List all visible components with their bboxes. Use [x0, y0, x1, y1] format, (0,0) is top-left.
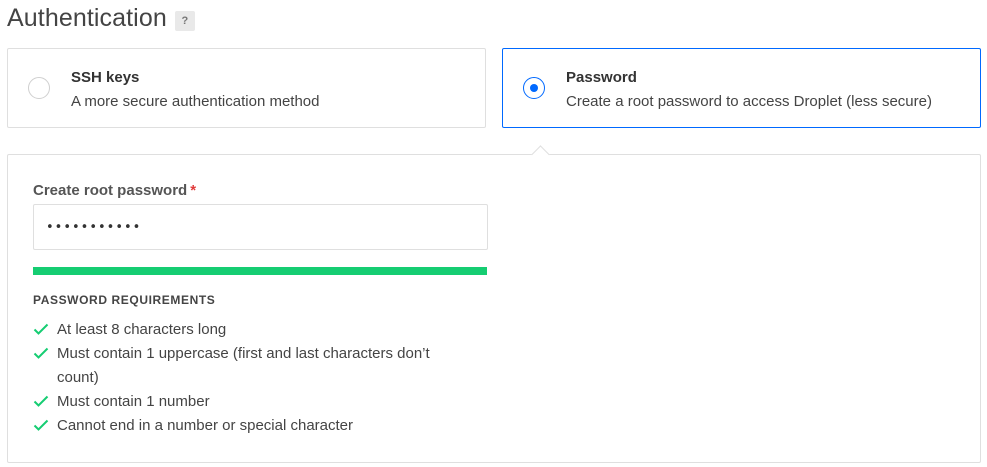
- password-label: Password: [566, 69, 637, 86]
- password-radio[interactable]: [523, 77, 545, 99]
- password-description: Create a root password to access Droplet…: [566, 93, 932, 110]
- password-panel: Create root password* PASSWORD REQUIREME…: [7, 145, 981, 463]
- ssh-keys-description: A more secure authentication method: [71, 93, 320, 110]
- page-title: Authentication: [7, 4, 167, 32]
- panel-pointer: [531, 145, 550, 164]
- requirement-text: Cannot end in a number or special charac…: [57, 417, 354, 434]
- authentication-section: Authentication ? SSH keys A more secure …: [0, 0, 987, 467]
- check-icon: [33, 347, 49, 359]
- requirements-heading: PASSWORD REQUIREMENTS: [33, 293, 216, 307]
- ssh-keys-radio[interactable]: [28, 77, 50, 99]
- password-strength-fill: [33, 267, 487, 275]
- required-marker: *: [190, 182, 197, 199]
- ssh-keys-label: SSH keys: [71, 69, 140, 86]
- requirement-text: Must contain 1 number: [57, 393, 210, 410]
- check-icon: [33, 323, 49, 335]
- requirement-text: Must contain 1 uppercase (first and last…: [57, 345, 430, 386]
- root-password-input[interactable]: [33, 204, 488, 250]
- requirement-item: Cannot end in a number or special charac…: [33, 414, 463, 438]
- help-icon[interactable]: ?: [174, 10, 195, 31]
- requirement-item: Must contain 1 number: [33, 390, 463, 414]
- ssh-keys-option[interactable]: SSH keys A more secure authentication me…: [7, 48, 486, 128]
- check-icon: [33, 419, 49, 431]
- check-icon: [33, 395, 49, 407]
- password-field-label: Create root password *: [33, 182, 196, 199]
- title-row: Authentication ?: [7, 4, 195, 33]
- password-field-label-text: Create root password: [33, 182, 188, 199]
- requirement-item: Must contain 1 uppercase (first and last…: [33, 342, 463, 390]
- password-option[interactable]: Password Create a root password to acces…: [502, 48, 981, 128]
- password-strength-meter: [33, 267, 487, 275]
- requirements-list: At least 8 characters long Must contain …: [33, 318, 463, 438]
- requirement-text: At least 8 characters long: [57, 321, 227, 338]
- requirement-item: At least 8 characters long: [33, 318, 463, 342]
